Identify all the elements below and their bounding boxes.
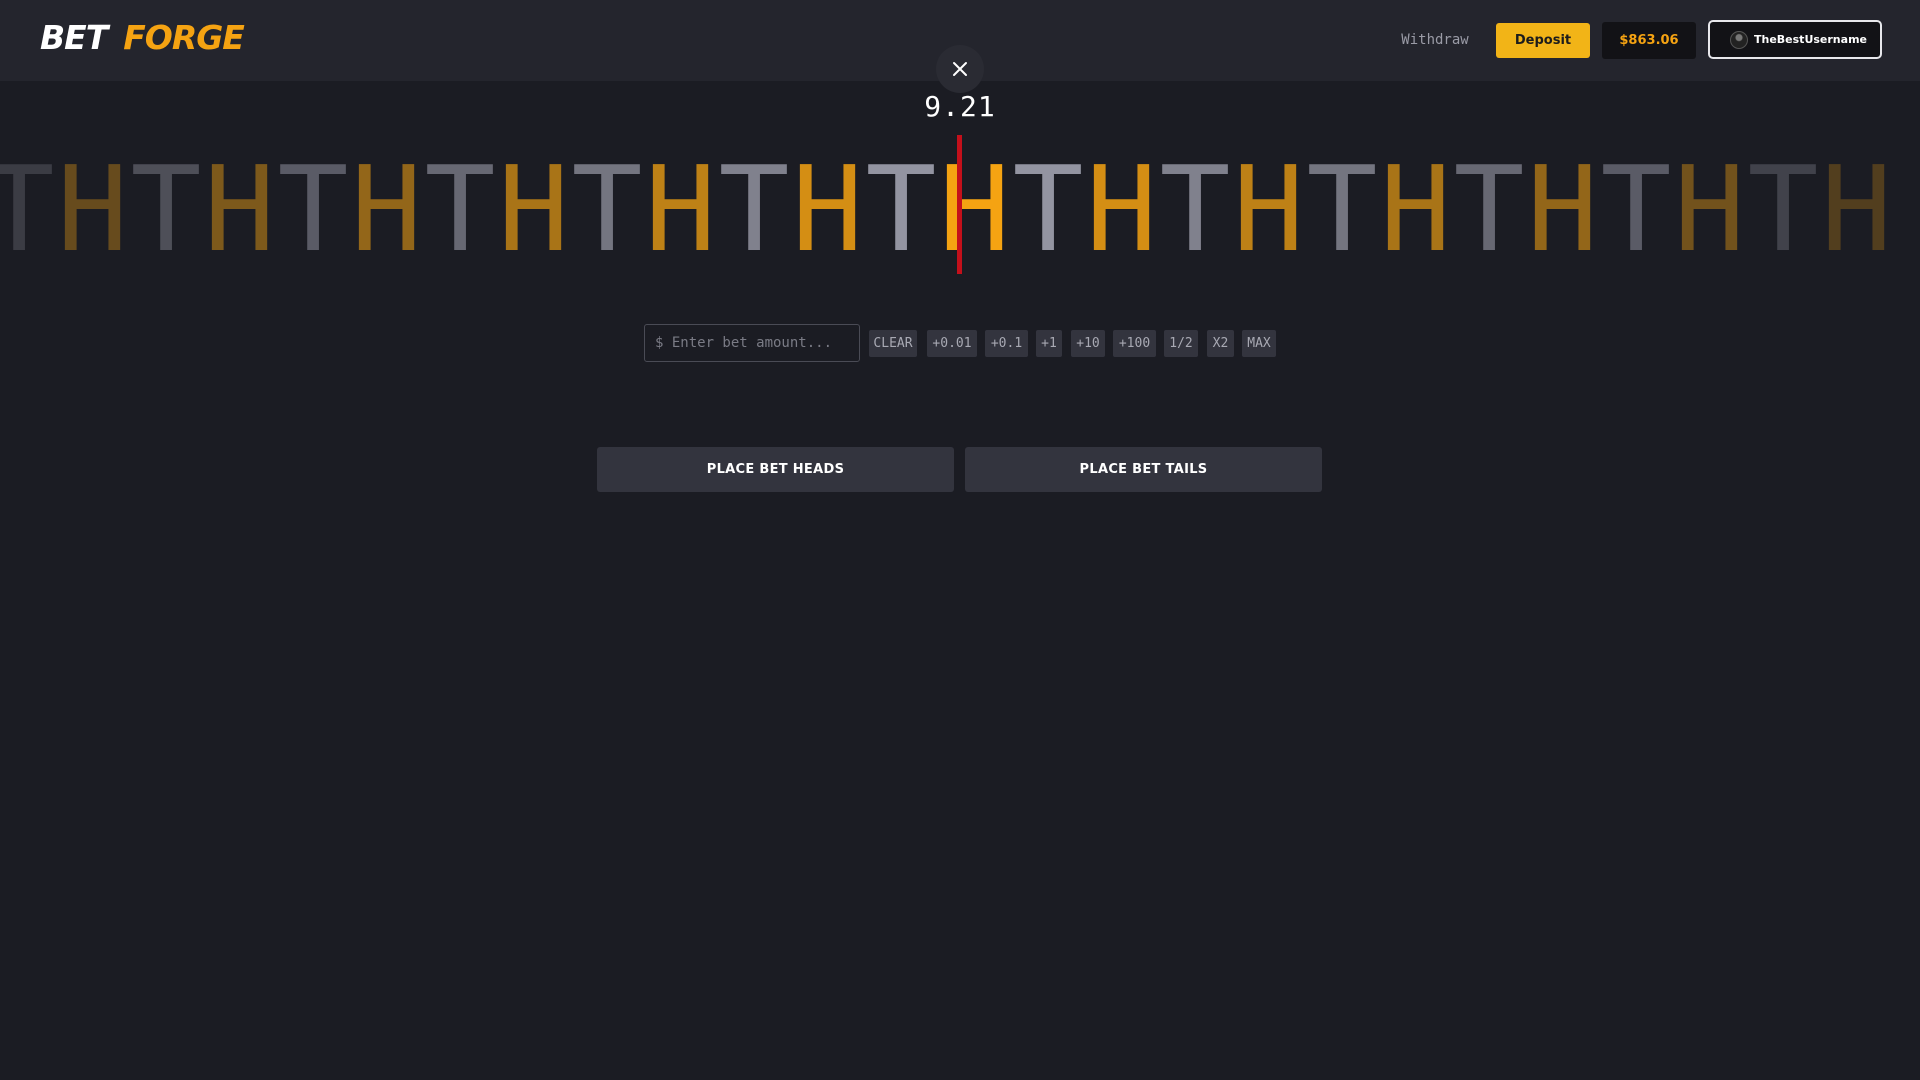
reel-heads-letter: H (1085, 140, 1158, 278)
add-1-button[interactable]: +1 (1036, 330, 1062, 357)
reel-tails-letter: T (1159, 140, 1231, 278)
close-icon (953, 62, 967, 76)
double-button[interactable]: X2 (1207, 330, 1234, 357)
reel-heads-letter: H (791, 140, 864, 278)
reel-tails-letter: T (1306, 140, 1378, 278)
reel-heads-letter: H (1379, 140, 1452, 278)
reel-tails-letter: T (1012, 140, 1084, 278)
add-10-button[interactable]: +10 (1071, 330, 1105, 357)
reel-heads-letter: H (497, 140, 570, 278)
close-button[interactable] (936, 45, 984, 93)
reel-heads-letter: H (56, 140, 129, 278)
reel-tails-letter: T (865, 140, 937, 278)
reel-heads-letter: H (938, 140, 1011, 278)
username-label: TheBestUsername (1754, 33, 1867, 46)
half-button[interactable]: 1/2 (1164, 330, 1198, 357)
reel-heads-letter: H (203, 140, 276, 278)
withdraw-button[interactable]: Withdraw (1380, 20, 1490, 60)
add-0.01-button[interactable]: +0.01 (927, 330, 977, 357)
bet-amount-input[interactable] (644, 324, 860, 362)
reel-tails-letter: T (571, 140, 643, 278)
deposit-button[interactable]: Deposit (1496, 23, 1590, 58)
reel-heads-letter: H (1232, 140, 1305, 278)
reel-tails-letter: T (718, 140, 790, 278)
reel-heads-letter: H (350, 140, 423, 278)
reel-heads-letter: H (1526, 140, 1599, 278)
reel-heads-letter: H (1673, 140, 1746, 278)
clear-button[interactable]: CLEAR (869, 330, 917, 357)
reel-heads-letter: H (1820, 140, 1893, 278)
brand-logo-part1: BET (40, 18, 108, 57)
place-bet-heads-button[interactable]: PLACE BET HEADS (597, 447, 954, 492)
add-0.1-button[interactable]: +0.1 (985, 330, 1028, 357)
brand-logo-part2: FORGE (123, 18, 245, 57)
multiplier-display: 9.21 (924, 90, 996, 123)
max-button[interactable]: MAX (1242, 330, 1276, 357)
reel-marker (957, 135, 962, 274)
balance-display: $863.06 (1602, 22, 1696, 59)
reel-tails-letter: T (1453, 140, 1525, 278)
reel-tails-letter: T (0, 140, 55, 278)
reel-tails-letter: T (1600, 140, 1672, 278)
add-100-button[interactable]: +100 (1113, 330, 1156, 357)
brand-logo[interactable]: BET FORGE (40, 18, 245, 57)
avatar (1730, 30, 1748, 49)
reel-tails-letter: T (130, 140, 202, 278)
reel-heads-letter: H (644, 140, 717, 278)
reel-tails-letter: T (277, 140, 349, 278)
reel-tails-letter: T (1747, 140, 1819, 278)
place-bet-tails-button[interactable]: PLACE BET TAILS (965, 447, 1322, 492)
user-menu-button[interactable]: TheBestUsername (1708, 20, 1882, 59)
reel-tails-letter: T (424, 140, 496, 278)
